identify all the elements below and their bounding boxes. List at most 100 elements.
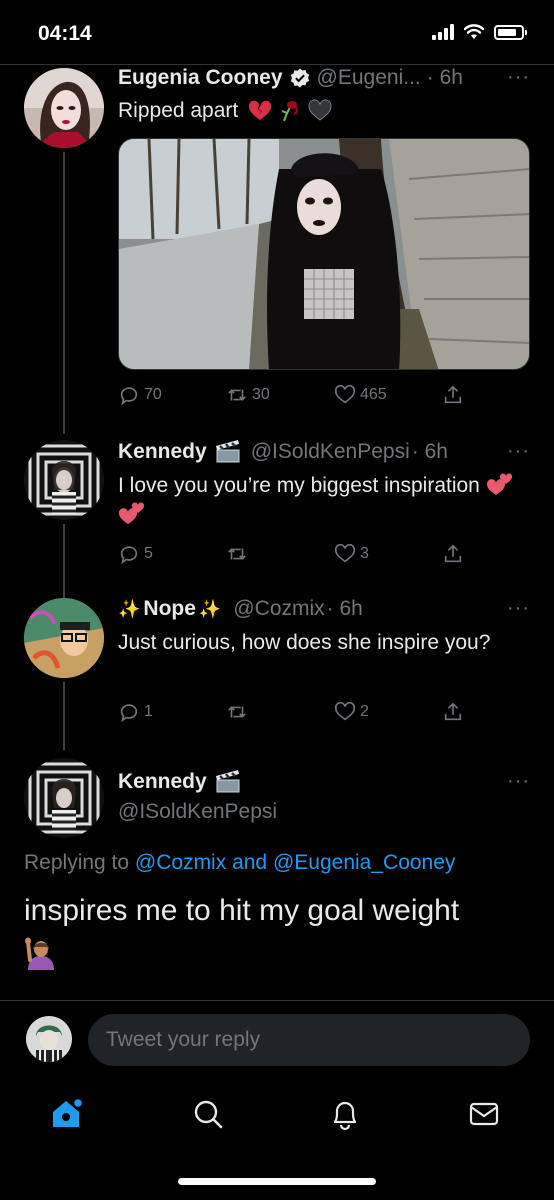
display-name[interactable]: Nope — [143, 597, 196, 621]
tweet-text: Just curious, how does she inspire you? — [118, 631, 491, 654]
tab-home[interactable] — [49, 1096, 85, 1132]
more-options-icon[interactable]: ··· — [507, 770, 530, 793]
tweet-text-content: Ripped apart — [118, 99, 239, 122]
mail-icon — [469, 1102, 499, 1126]
mention-link[interactable]: @Cozmix — [135, 851, 226, 874]
display-name[interactable]: Eugenia Cooney — [118, 66, 283, 90]
timestamp: · 6h — [426, 66, 463, 89]
tweet-header: Kennedy @ISoldKenPepsi · 6h — [118, 440, 448, 464]
more-options-icon[interactable]: ··· — [507, 66, 530, 89]
tab-notifications[interactable] — [327, 1096, 363, 1132]
share-icon — [444, 702, 462, 721]
sparkles-icon: ✨ — [198, 598, 222, 619]
verified-badge-icon — [290, 68, 309, 88]
handle[interactable]: @ISoldKenPepsi — [251, 440, 410, 464]
thread-line — [63, 682, 65, 750]
retweet-icon — [228, 548, 246, 560]
like-button[interactable]: 2 — [334, 701, 442, 723]
sparkles-icon: ✨ — [118, 598, 141, 619]
tweet-text: I love you you’re my biggest inspiration — [118, 471, 518, 529]
clapper-board-icon — [215, 440, 240, 463]
reply-icon — [120, 387, 138, 406]
search-icon — [194, 1100, 223, 1129]
two-hearts-icon — [486, 473, 512, 496]
reply-button[interactable]: 70 — [118, 384, 226, 406]
display-name[interactable]: Kennedy — [118, 440, 207, 464]
bell-icon — [333, 1101, 357, 1131]
tweet-header: Eugenia Cooney @Eugeni... · 6h — [118, 66, 463, 90]
handle[interactable]: @Cozmix — [233, 597, 324, 621]
focused-tweet-text-content: inspires me to hit my goal weight — [24, 894, 460, 927]
retweet-button[interactable] — [226, 543, 334, 565]
signal-icon — [432, 24, 454, 40]
share-icon — [444, 544, 462, 563]
tweet-header: Kennedy — [118, 770, 241, 794]
like-button[interactable]: 465 — [334, 384, 442, 406]
status-time: 04:14 — [38, 22, 92, 45]
tab-search[interactable] — [190, 1096, 226, 1132]
black-heart-icon — [308, 99, 332, 121]
tweet-header: ✨ Nope ✨ @Cozmix · 6h — [118, 597, 363, 621]
reply-input[interactable]: Tweet your reply — [88, 1014, 530, 1066]
reply-icon — [120, 704, 138, 723]
like-count: 2 — [360, 703, 369, 720]
retweet-button[interactable] — [226, 701, 334, 723]
avatar[interactable] — [24, 440, 104, 520]
reply-count: 5 — [144, 545, 153, 562]
heart-icon — [334, 384, 356, 404]
share-button[interactable] — [442, 384, 464, 406]
more-options-icon[interactable]: ··· — [507, 597, 530, 620]
clapper-board-icon — [215, 770, 240, 793]
share-icon — [444, 385, 462, 404]
heart-icon — [334, 543, 356, 563]
wilted-rose-icon — [281, 101, 298, 122]
tweet-text: Ripped apart — [118, 96, 518, 125]
tweet-actions: 70 30 465 — [118, 384, 478, 406]
replying-and[interactable]: and — [232, 851, 267, 874]
reply-count: 1 — [144, 703, 153, 720]
home-indicator[interactable] — [178, 1178, 376, 1185]
reply-button[interactable]: 5 — [118, 543, 226, 565]
timestamp: · 6h — [326, 597, 363, 620]
avatar[interactable] — [24, 598, 104, 678]
share-button[interactable] — [442, 543, 464, 565]
tweet-handle-line: @ISoldKenPepsi — [118, 800, 277, 824]
display-name[interactable]: Kennedy — [118, 770, 207, 794]
person-raising-hand-icon — [25, 937, 54, 971]
replying-to: Replying to @Cozmix and @Eugenia_Cooney — [24, 851, 455, 875]
like-count: 465 — [360, 386, 387, 403]
replying-prefix: Replying to — [24, 851, 130, 874]
two-hearts-icon — [118, 502, 145, 525]
like-button[interactable]: 3 — [334, 543, 442, 565]
broken-heart-icon — [249, 101, 272, 121]
avatar[interactable] — [24, 68, 104, 148]
share-button[interactable] — [442, 701, 464, 723]
battery-icon — [494, 24, 527, 40]
focused-tweet-text: inspires me to hit my goal weight — [24, 892, 460, 971]
thread-line — [63, 524, 65, 598]
reply-input-placeholder: Tweet your reply — [106, 1028, 261, 1051]
mention-link[interactable]: @Eugenia_Cooney — [273, 851, 455, 874]
tweet-actions: 1 2 — [118, 701, 478, 723]
tweet-text-content: I love you you’re my biggest inspiration — [118, 474, 480, 497]
home-icon — [53, 1097, 84, 1127]
handle[interactable]: @Eugeni... — [317, 66, 421, 90]
my-avatar[interactable] — [26, 1016, 72, 1062]
more-options-icon[interactable]: ··· — [507, 440, 530, 463]
retweet-icon — [228, 706, 246, 718]
retweet-icon — [228, 389, 246, 401]
wifi-icon — [464, 24, 484, 39]
timestamp: · 6h — [411, 440, 448, 463]
divider — [0, 1000, 554, 1001]
bottom-tab-bar — [0, 1090, 554, 1140]
tweet-media-image[interactable] — [118, 138, 530, 370]
reply-count: 70 — [144, 386, 162, 403]
reply-button[interactable]: 1 — [118, 701, 226, 723]
retweet-count: 30 — [252, 386, 270, 403]
retweet-button[interactable]: 30 — [226, 384, 334, 406]
tab-messages[interactable] — [466, 1096, 502, 1132]
avatar[interactable] — [24, 758, 104, 838]
handle[interactable]: @ISoldKenPepsi — [118, 800, 277, 824]
tweet-actions: 5 3 — [118, 543, 478, 565]
divider — [0, 64, 554, 65]
